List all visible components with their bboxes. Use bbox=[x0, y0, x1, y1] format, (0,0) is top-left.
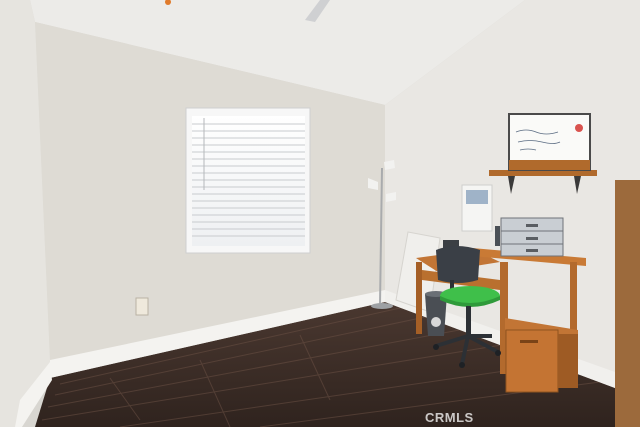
window-blinds bbox=[192, 116, 305, 246]
plastic-storage-drawers bbox=[500, 217, 564, 257]
desk-drawer bbox=[505, 329, 559, 393]
desk-figurine bbox=[495, 226, 500, 246]
door-frame bbox=[615, 180, 640, 427]
wall-outlet bbox=[135, 297, 149, 316]
whiteboard-base bbox=[509, 160, 590, 170]
wall-paper-image bbox=[466, 190, 488, 204]
room-photo: CRMLS bbox=[0, 0, 640, 427]
room-illustration bbox=[0, 0, 640, 427]
whiteboard-magnet bbox=[575, 124, 583, 132]
watermark: CRMLS bbox=[425, 410, 474, 425]
